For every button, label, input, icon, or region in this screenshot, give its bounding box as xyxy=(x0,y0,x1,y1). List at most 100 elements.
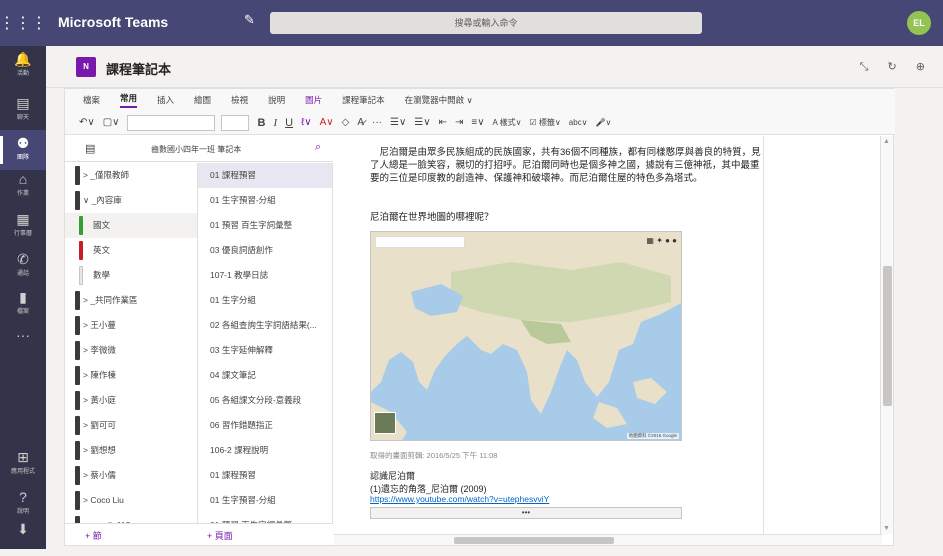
section-group[interactable]: > _共同作業區 xyxy=(65,288,197,313)
section-item[interactable]: 數學 xyxy=(65,263,197,288)
rail-download-button[interactable]: ⬇ xyxy=(0,516,46,556)
search-input[interactable]: 搜尋或輸入命令 xyxy=(270,12,702,34)
section-group[interactable]: > 劉想想 xyxy=(65,438,197,463)
section-item[interactable]: 英文 xyxy=(65,238,197,263)
page-item[interactable]: 106-2 課程說明 xyxy=(198,438,332,463)
reference-link[interactable]: https://www.youtube.com/watch?v=utephesv… xyxy=(370,494,549,504)
section-group[interactable]: > 黃小庭 xyxy=(65,388,197,413)
avatar[interactable]: EL xyxy=(907,11,931,35)
section-group[interactable]: ∨ _內容庫 xyxy=(65,188,197,213)
app-launcher-icon[interactable]: ⋮⋮⋮ xyxy=(0,0,47,46)
section-label: 英文 xyxy=(93,245,111,255)
rail-files-button[interactable]: ▮ 檔案 xyxy=(0,284,46,324)
ribbon-tab[interactable]: 圖片 xyxy=(305,94,322,106)
ribbon-tab[interactable]: 檢視 xyxy=(231,94,248,106)
rail-teams-button[interactable]: ⚉ 團隊 xyxy=(0,130,46,170)
ribbon-tab[interactable]: 插入 xyxy=(157,94,174,106)
styles-button[interactable]: A 樣式∨ xyxy=(493,117,522,128)
notebook-header[interactable]: ▤ 齒數國小四年一班 筆記本 ⌕ xyxy=(65,136,333,162)
highlight-button[interactable]: ℓ∨ xyxy=(301,117,312,128)
page-item[interactable]: 01 課程預習 xyxy=(198,463,332,488)
rail-bell-button[interactable]: 🔔 活動 xyxy=(0,46,46,86)
map-controls[interactable]: ▦ ✦ ● ● xyxy=(646,236,677,245)
page-item[interactable]: 01 生字預習-分組 xyxy=(198,188,332,213)
dictate-button[interactable]: 🎤∨ xyxy=(596,118,612,127)
question-text[interactable]: 尼泊爾在世界地圖的哪裡呢？ xyxy=(370,209,494,223)
ribbon-tab[interactable]: 繪圖 xyxy=(194,94,211,106)
font-size-dropdown[interactable] xyxy=(221,114,250,131)
section-group[interactable]: > _僅限教師 xyxy=(65,163,197,188)
italic-button[interactable]: I xyxy=(273,117,277,129)
page-item[interactable]: 03 優良詞語創作 xyxy=(198,238,332,263)
ribbon-tab[interactable]: 常用 xyxy=(120,92,138,108)
page-content[interactable]: 尼泊爾是由眾多民族組成的民族國家，共有36個不同種族，都有同樣憨厚與善良的特質，… xyxy=(334,136,764,534)
page-item[interactable]: 05 各組課文分段-意義段 xyxy=(198,388,332,413)
align-button[interactable]: ≡∨ xyxy=(471,117,484,128)
section-group[interactable]: > cocoliu112 xyxy=(65,513,197,523)
embed-more-bar[interactable]: ••• xyxy=(370,507,682,519)
bullets-button[interactable]: ☰∨ xyxy=(390,117,406,128)
header-actions[interactable]: ⤡ ↻ ⊕ xyxy=(860,60,933,74)
body-paragraph[interactable]: 尼泊爾是由眾多民族組成的民族國家，共有36個不同種族，都有同樣憨厚與善良的特質，… xyxy=(370,146,762,185)
page-item[interactable]: 01 預習 百生字詞彙整 xyxy=(198,213,332,238)
clear-format-icon[interactable]: A̷ xyxy=(357,117,364,128)
page-item[interactable]: 04 課文筆記 xyxy=(198,363,332,388)
rail-calls-button[interactable]: ✆ 通話 xyxy=(0,246,46,286)
bold-button[interactable]: B xyxy=(257,117,265,129)
section-label: > 黃小庭 xyxy=(83,395,116,405)
rail-chat-button[interactable]: ▤ 聊天 xyxy=(0,90,46,130)
rail-calendar-button[interactable]: ▦ 行事曆 xyxy=(0,206,46,246)
hscroll-thumb[interactable] xyxy=(454,537,614,544)
section-group[interactable]: > 蔡小儒 xyxy=(65,463,197,488)
ribbon-tab[interactable]: 檔案 xyxy=(83,94,100,106)
rail-assignments-button[interactable]: ⌂ 作業 xyxy=(0,166,46,206)
page-item[interactable]: 01 生字預習-分組 xyxy=(198,488,332,513)
search-icon[interactable]: ⌕ xyxy=(315,141,321,154)
add-section-button[interactable]: + 節 xyxy=(85,529,102,542)
scroll-down-icon[interactable]: ▼ xyxy=(883,525,890,532)
page-item[interactable]: 107-1 教學日誌 xyxy=(198,263,332,288)
page-item[interactable]: 01 生字分組 xyxy=(198,288,332,313)
page-item[interactable]: 01 預習 百生字詞彙整 xyxy=(198,513,332,523)
page-canvas[interactable]: 尼泊爾是由眾多民族組成的民族國家，共有36個不同種族，都有同樣憨厚與善良的特質，… xyxy=(334,136,882,534)
scroll-thumb[interactable] xyxy=(883,266,892,406)
horizontal-scrollbar[interactable] xyxy=(334,534,882,545)
tags-button[interactable]: ☑ 標籤∨ xyxy=(530,117,561,128)
page-item[interactable]: 06 習作錯題指正 xyxy=(198,413,332,438)
scroll-up-icon[interactable]: ▲ xyxy=(883,138,890,145)
rail-more-button[interactable]: ··· xyxy=(0,322,46,362)
font-color-button[interactable]: A∨ xyxy=(320,117,334,128)
section-group[interactable]: > Coco Liu xyxy=(65,488,197,513)
section-item[interactable]: 國文 xyxy=(65,213,197,238)
ribbon-tab[interactable]: 課程筆記本 xyxy=(342,94,385,106)
map-search-box[interactable] xyxy=(375,236,465,248)
page-item[interactable]: 03 生字延伸解釋 xyxy=(198,338,332,363)
eraser-icon[interactable]: ◇ xyxy=(342,117,350,128)
section-group[interactable]: > 劉可可 xyxy=(65,413,197,438)
notebook-name[interactable]: 齒數國小四年一班 筆記本 xyxy=(151,144,241,155)
section-group[interactable]: > 陳作棟 xyxy=(65,363,197,388)
ribbon-tab[interactable]: 說明 xyxy=(268,94,285,106)
more-button[interactable]: ··· xyxy=(372,117,382,128)
underline-button[interactable]: U xyxy=(285,117,293,129)
map-image[interactable]: ▦ ✦ ● ● 地圖資料 ©2016 Google xyxy=(370,231,682,441)
font-family-dropdown[interactable] xyxy=(127,114,216,131)
indent-button[interactable]: ⇥ xyxy=(455,117,463,128)
vertical-scrollbar[interactable]: ▲ ▼ xyxy=(880,136,893,534)
clipboard-button[interactable]: ▢∨ xyxy=(103,117,120,128)
rail-apps-button[interactable]: ⊞ 應用程式 xyxy=(0,444,46,484)
page-item[interactable]: 02 各組查詢生字詞語結果(... xyxy=(198,313,332,338)
compose-icon[interactable]: ✎ xyxy=(244,12,264,32)
add-page-button[interactable]: + 頁面 xyxy=(207,529,233,542)
ribbon-tab[interactable]: 在瀏覽器中開啟 ∨ xyxy=(405,94,473,106)
section-group[interactable]: > 李微微 xyxy=(65,338,197,363)
section-group[interactable]: > 王小蔓 xyxy=(65,313,197,338)
spelling-button[interactable]: abc∨ xyxy=(569,118,588,127)
undo-button[interactable]: ↶∨ xyxy=(79,117,95,128)
outdent-button[interactable]: ⇤ xyxy=(439,117,447,128)
numbering-button[interactable]: ☰∨ xyxy=(414,117,430,128)
map-satellite-thumbnail[interactable] xyxy=(374,412,396,434)
reference-title[interactable]: 認識尼泊爾 xyxy=(370,469,415,482)
section-label: 數學 xyxy=(93,270,111,280)
page-item[interactable]: 01 課程預習 xyxy=(198,163,332,188)
